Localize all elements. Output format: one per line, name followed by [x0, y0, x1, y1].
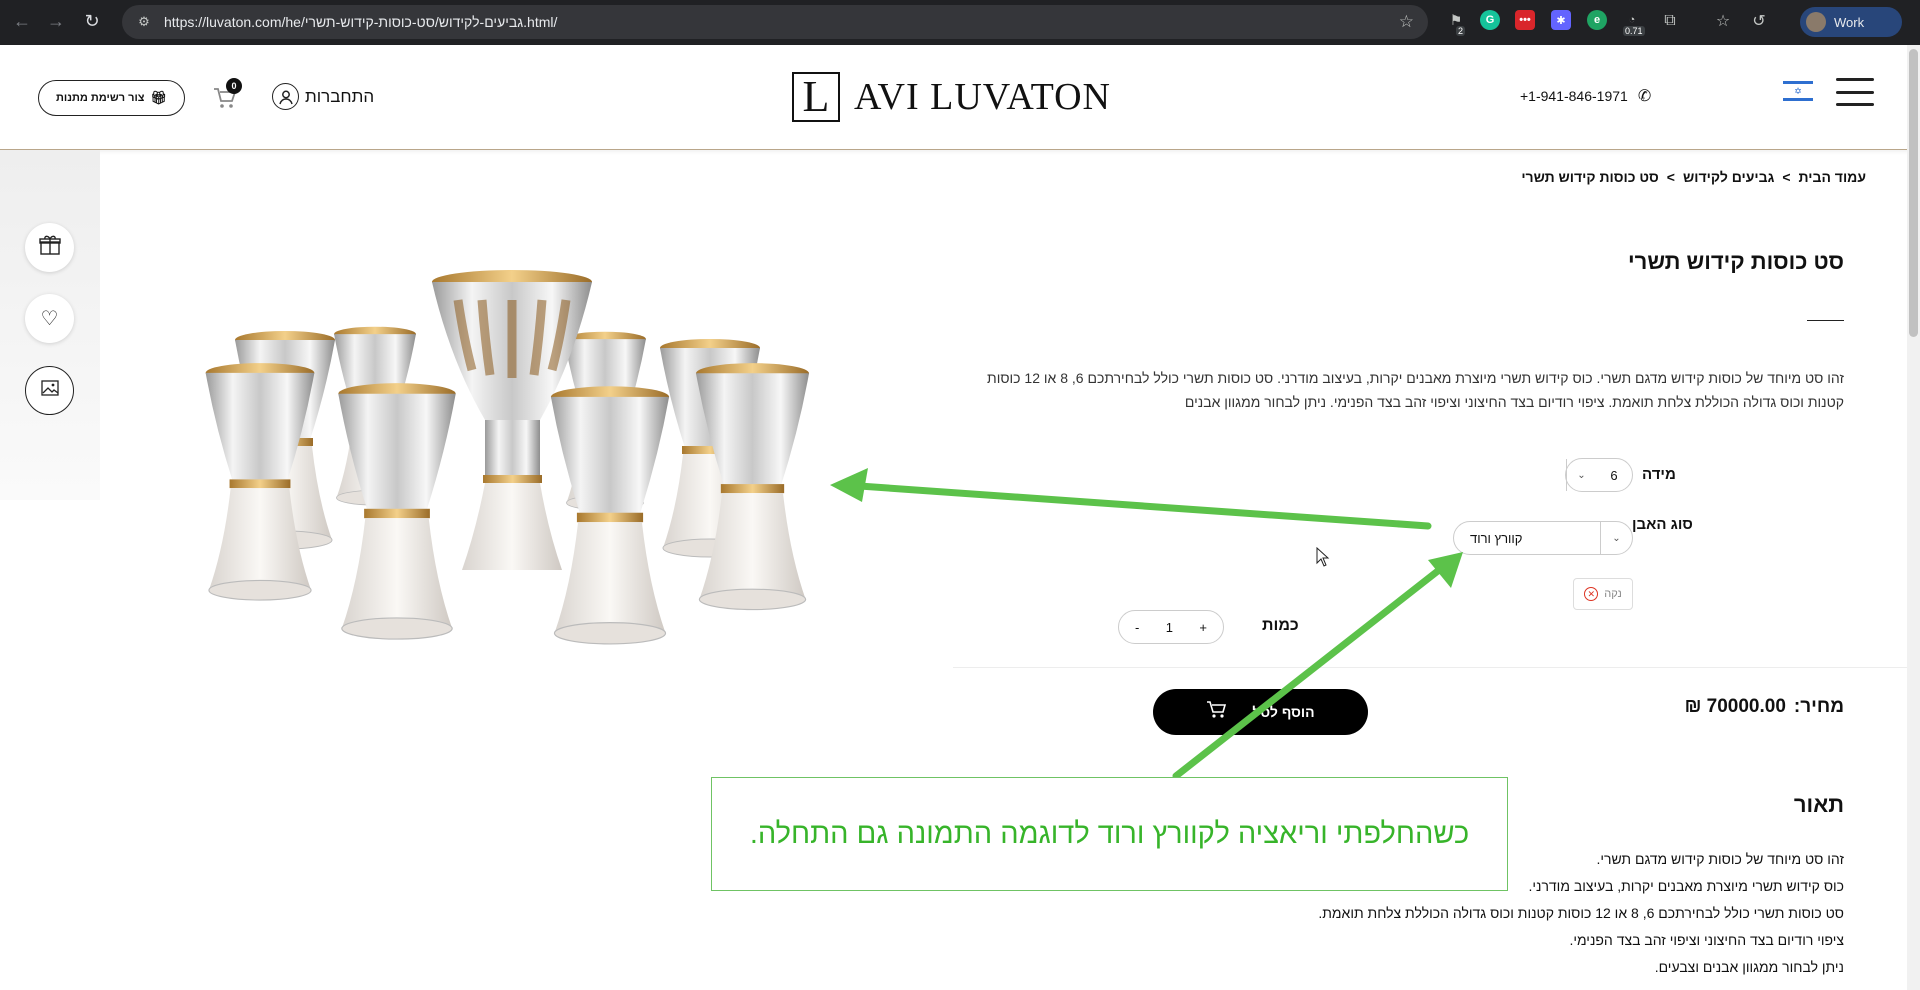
- bookmarks-icon[interactable]: ☆: [1712, 10, 1734, 32]
- breadcrumb-separator: >: [1666, 169, 1675, 185]
- size-select[interactable]: ⌄ 6: [1565, 458, 1633, 492]
- size-label: מידה: [1642, 466, 1676, 483]
- side-panel: ♡: [0, 150, 100, 500]
- history-icon[interactable]: ↺: [1748, 10, 1770, 32]
- clear-label: נקה: [1604, 588, 1622, 600]
- profile-button[interactable]: Work: [1800, 7, 1902, 37]
- phone-icon: ✆: [1637, 88, 1652, 105]
- edge-extension-icon[interactable]: e: [1587, 10, 1607, 30]
- description-line: ציפוי רודיום בצד החיצוני וציפוי זהב בצד …: [1569, 932, 1844, 948]
- site-info-icon[interactable]: ⚙: [134, 12, 154, 32]
- stone-type-value: קוורץ ורוד: [1470, 530, 1523, 546]
- grammarly-icon[interactable]: G: [1480, 10, 1500, 30]
- clear-selection-button[interactable]: נקה ✕: [1573, 578, 1633, 610]
- product-short-description: זהו סט מיוחד של כוסות קידוש מדגם תשרי. כ…: [987, 370, 1844, 410]
- chevron-down-icon: ⌄: [1566, 459, 1596, 491]
- arrowhead-icon: [1428, 552, 1463, 588]
- logo-mark: L: [792, 72, 840, 122]
- mouse-cursor-icon: [1316, 547, 1330, 567]
- quantity-plus-button[interactable]: +: [1199, 620, 1207, 635]
- extension-badge: 2: [1456, 26, 1466, 36]
- site-header: 🎁︎ צור רשימת מתנות 0 התחברות L AVI LUVAT…: [0, 45, 1910, 150]
- arrow-to-stone-select: [1172, 559, 1452, 780]
- quantity-stepper[interactable]: - 1 +: [1118, 610, 1224, 644]
- product-image[interactable]: [200, 270, 830, 670]
- chevron-down-icon: ⌄: [1600, 522, 1632, 554]
- description-line: סט כוסות תשרי כולל לבחירתכם 6, 8 או 12 כ…: [1318, 905, 1844, 921]
- product-title: סט כוסות קידוש תשרי: [1628, 249, 1844, 274]
- add-to-cart-button[interactable]: הוסף לסל: [1153, 689, 1368, 735]
- wishlist-button[interactable]: ♡: [25, 294, 74, 343]
- extensions-puzzle-icon[interactable]: ⧉: [1659, 10, 1681, 32]
- title-underline: [1807, 320, 1844, 321]
- phone-number: +1-941-846-1971: [1520, 88, 1628, 104]
- gift-box-icon: [38, 233, 62, 263]
- site-logo[interactable]: L AVI LUVATON: [792, 72, 1111, 122]
- back-button[interactable]: ←: [10, 9, 34, 33]
- add-to-cart-label: הוסף לסל: [1252, 704, 1315, 720]
- image-icon: [40, 379, 59, 402]
- bookmark-star-icon[interactable]: ☆: [1399, 12, 1414, 32]
- address-bar[interactable]: ⚙ https://luvaton.com/he/גביעים-לקידוש/ס…: [122, 5, 1428, 39]
- arrow-to-image: [841, 481, 1432, 530]
- size-value: 6: [1610, 467, 1618, 483]
- reload-button[interactable]: ↻: [80, 9, 104, 33]
- settings-extension-icon[interactable]: ✱: [1551, 10, 1571, 30]
- price: מחיר: 70000.00 ₪: [1685, 696, 1844, 718]
- breadcrumb-category[interactable]: גביעים לקידוש: [1683, 169, 1774, 185]
- page-scrollbar[interactable]: [1907, 45, 1920, 990]
- annotation-note: כשהחלפתי וריאציה לקוורץ ורוד לדוגמה התמו…: [711, 777, 1508, 891]
- quantity-minus-button[interactable]: -: [1135, 620, 1139, 635]
- gift-icon: 🎁︎: [150, 90, 167, 105]
- close-icon: ✕: [1584, 587, 1599, 601]
- cart-icon: [1206, 700, 1228, 725]
- price-value: 70000.00 ₪: [1684, 696, 1786, 717]
- breadcrumb: עמוד הבית > גביעים לקידוש > סט כוסות קיד…: [1521, 169, 1866, 185]
- phone-link[interactable]: +1-941-846-1971 ✆: [1520, 86, 1651, 106]
- forward-button[interactable]: →: [44, 9, 68, 33]
- login-link[interactable]: התחברות: [272, 83, 374, 110]
- arrowhead-icon: [830, 468, 868, 502]
- breadcrumb-current: סט כוסות קידוש תשרי: [1521, 169, 1659, 185]
- gallery-button[interactable]: [25, 366, 74, 415]
- profile-label: Work: [1834, 14, 1865, 30]
- user-icon: [272, 83, 299, 110]
- breadcrumb-separator: >: [1782, 169, 1791, 185]
- stone-type-label: סוג האבן: [1632, 516, 1693, 533]
- breadcrumb-home[interactable]: עמוד הבית: [1799, 169, 1867, 185]
- browser-toolbar: ← → ↻ ⚙ https://luvaton.com/he/גביעים-לק…: [0, 0, 1920, 45]
- login-label: התחברות: [305, 86, 375, 106]
- stone-type-select[interactable]: קוורץ ורוד ⌄: [1453, 521, 1633, 555]
- israel-flag-icon[interactable]: ✡: [1783, 81, 1813, 101]
- heart-icon: ♡: [40, 308, 59, 330]
- zoom-badge: 0.71: [1623, 26, 1645, 36]
- quantity-value[interactable]: 1: [1166, 620, 1173, 635]
- annotation-text: כשהחלפתי וריאציה לקוורץ ורוד לדוגמה התמו…: [749, 817, 1470, 850]
- divider: [953, 667, 1910, 668]
- description-title: תאור: [1793, 792, 1844, 817]
- quantity-label: כמות: [1262, 617, 1299, 634]
- cart-count-badge: 0: [226, 78, 242, 94]
- description-line: ניתן לבחור ממגוון אבנים וצבעים.: [1654, 959, 1844, 975]
- lastpass-icon[interactable]: •••: [1515, 10, 1535, 30]
- price-label: מחיר:: [1793, 696, 1844, 717]
- avatar: [1806, 12, 1826, 32]
- hamburger-menu-icon[interactable]: [1836, 78, 1874, 106]
- gift-side-button[interactable]: [25, 223, 74, 272]
- gift-list-label: צור רשימת מתנות: [56, 92, 145, 104]
- scrollbar-thumb[interactable]: [1909, 49, 1918, 337]
- create-gift-list-button[interactable]: 🎁︎ צור רשימת מתנות: [38, 80, 185, 116]
- url-text[interactable]: https://luvaton.com/he/גביעים-לקידוש/סט-…: [164, 14, 557, 30]
- logo-name: AVI LUVATON: [854, 76, 1111, 118]
